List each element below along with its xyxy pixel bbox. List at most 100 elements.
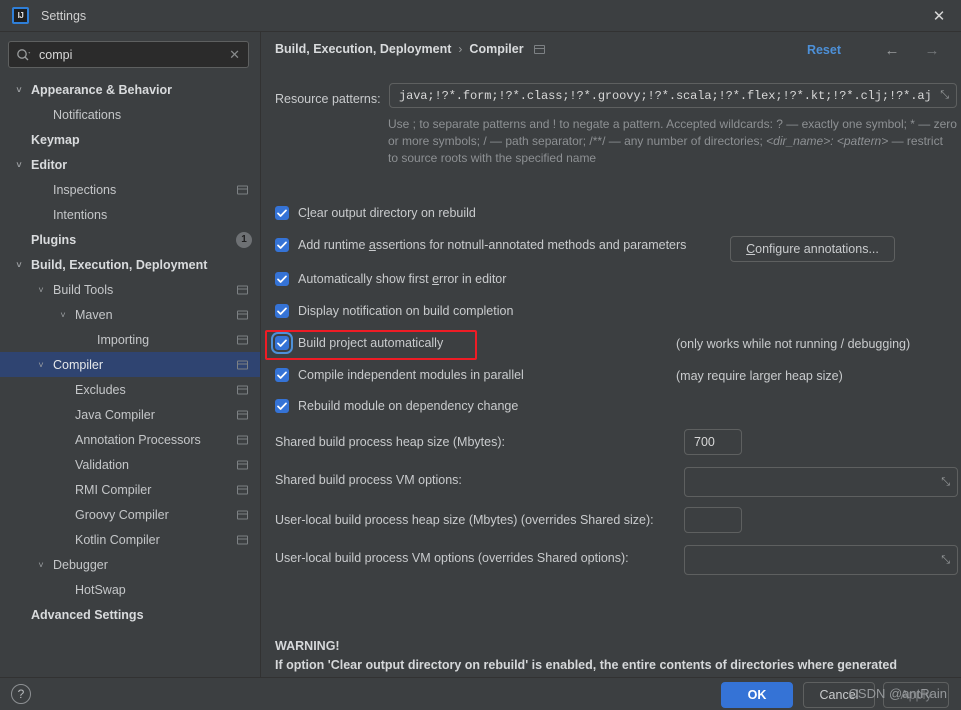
sidebar-item-validation[interactable]: Validation bbox=[0, 452, 260, 477]
sidebar-item-kotlin-compiler[interactable]: Kotlin Compiler bbox=[0, 527, 260, 552]
cancel-button[interactable]: Cancel bbox=[803, 682, 875, 708]
chevron-down-icon[interactable]: ˅ bbox=[35, 559, 47, 571]
sidebar-item-debugger[interactable]: ˅ Debugger bbox=[0, 552, 260, 577]
sidebar-item-label: Intentions bbox=[53, 207, 108, 222]
reset-link[interactable]: Reset bbox=[807, 43, 841, 57]
search-box[interactable]: compi ✕ bbox=[8, 41, 249, 68]
sidebar-item-label: Editor bbox=[31, 157, 68, 172]
sidebar-item-maven[interactable]: ˅ Maven bbox=[0, 302, 260, 327]
sidebar-item-hotswap[interactable]: HotSwap bbox=[0, 577, 260, 602]
hint-line-2c: — restrict bbox=[888, 134, 943, 148]
close-icon[interactable]: ✕ bbox=[917, 0, 961, 32]
checkbox-row-clear-output-directory-on-rebuild[interactable]: Clear output directory on rebuild bbox=[275, 206, 476, 220]
checkbox-label-pre: Display notification on build completion bbox=[298, 304, 514, 318]
sidebar-item-plugins[interactable]: Plugins 1 bbox=[0, 227, 260, 252]
project-scope-icon bbox=[237, 410, 248, 419]
checkbox-label-post: ear output directory on rebuild bbox=[309, 206, 476, 220]
sidebar-item-label: Java Compiler bbox=[75, 407, 155, 422]
field-input-shared-build-process-heap-size-mbytes[interactable]: 700 bbox=[684, 429, 742, 455]
sidebar-item-annotation-processors[interactable]: Annotation Processors bbox=[0, 427, 260, 452]
resource-patterns-label: Resource patterns: bbox=[275, 92, 381, 106]
ok-button[interactable]: OK bbox=[721, 682, 793, 708]
sidebar-item-excludes[interactable]: Excludes bbox=[0, 377, 260, 402]
breadcrumb-parent[interactable]: Build, Execution, Deployment bbox=[275, 42, 451, 56]
help-icon[interactable]: ? bbox=[11, 684, 31, 704]
project-scope-icon bbox=[237, 285, 248, 294]
title-bar: IJ Settings ✕ bbox=[0, 0, 961, 32]
chevron-down-icon[interactable]: ˅ bbox=[35, 359, 47, 371]
expand-icon[interactable]: ⤡ bbox=[941, 476, 950, 489]
checkbox-row-compile-independent-modules-in-parallel[interactable]: Compile independent modules in parallel bbox=[275, 368, 524, 382]
project-scope-icon bbox=[237, 310, 248, 319]
sidebar-item-label: Kotlin Compiler bbox=[75, 532, 160, 547]
settings-detail-pane: Build, Execution, Deployment › Compiler … bbox=[260, 32, 961, 691]
chevron-down-icon[interactable]: ˅ bbox=[57, 309, 69, 321]
sidebar-item-advanced-settings[interactable]: Advanced Settings bbox=[0, 602, 260, 627]
search-input[interactable]: compi bbox=[39, 48, 229, 62]
checkbox-build-project-automatically[interactable] bbox=[275, 336, 289, 350]
sidebar-item-inspections[interactable]: Inspections bbox=[0, 177, 260, 202]
checkbox-display-notification-on-build-completion[interactable] bbox=[275, 304, 289, 318]
checkbox-row-add-runtime-assertions-for-notnull-annot[interactable]: Add runtime assertions for notnull-annot… bbox=[275, 238, 686, 252]
sidebar-item-label: HotSwap bbox=[75, 582, 126, 597]
checkbox-row-build-project-automatically[interactable]: Build project automatically bbox=[275, 336, 443, 350]
checkbox-label-pre: Build project automatically bbox=[298, 336, 444, 350]
sidebar-item-notifications[interactable]: Notifications bbox=[0, 102, 260, 127]
field-input-user-local-build-process-vm-options-overrides[interactable]: ⤡ bbox=[684, 545, 958, 575]
field-value[interactable]: 700 bbox=[694, 435, 741, 449]
checkbox-rebuild-module-on-dependency-change[interactable] bbox=[275, 399, 289, 413]
resource-patterns-input[interactable]: java;!?*.form;!?*.class;!?*.groovy;!?*.s… bbox=[389, 83, 957, 108]
checkbox-row-rebuild-module-on-dependency-change[interactable]: Rebuild module on dependency change bbox=[275, 399, 518, 413]
checkbox-row-display-notification-on-build-completion[interactable]: Display notification on build completion bbox=[275, 304, 513, 318]
sidebar-item-intentions[interactable]: Intentions bbox=[0, 202, 260, 227]
checkbox-row-automatically-show-first-error-in-editor[interactable]: Automatically show first error in editor bbox=[275, 272, 506, 286]
sidebar-item-keymap[interactable]: Keymap bbox=[0, 127, 260, 152]
checkbox-note: (only works while not running / debuggin… bbox=[676, 337, 911, 351]
chevron-down-icon[interactable]: ˅ bbox=[13, 84, 25, 96]
checkbox-add-runtime-assertions-for-notnull-annot[interactable] bbox=[275, 238, 289, 252]
project-scope-icon bbox=[237, 535, 248, 544]
breadcrumb: Build, Execution, Deployment › Compiler … bbox=[261, 32, 961, 66]
sidebar-item-java-compiler[interactable]: Java Compiler bbox=[0, 402, 260, 427]
field-input-user-local-build-process-heap-size-mbytes-ove[interactable] bbox=[684, 507, 742, 533]
project-scope-icon bbox=[237, 185, 248, 194]
field-label-shared-build-process-heap-size-mbytes: Shared build process heap size (Mbytes): bbox=[275, 435, 505, 449]
chevron-down-icon[interactable]: ˅ bbox=[13, 259, 25, 271]
checkbox-label-mnemonic: e bbox=[432, 272, 440, 286]
checkbox-label-pre: Rebuild module on dependency change bbox=[298, 399, 519, 413]
sidebar-item-build-execution-deployment[interactable]: ˅ Build, Execution, Deployment bbox=[0, 252, 260, 277]
configure-annotations-button[interactable]: Configure annotations... bbox=[730, 236, 895, 262]
nav-back-icon[interactable]: ← bbox=[881, 41, 903, 59]
checkbox-automatically-show-first-error-in-editor[interactable] bbox=[275, 272, 289, 286]
clear-search-icon[interactable]: ✕ bbox=[229, 47, 240, 63]
sidebar-item-appearance-behavior[interactable]: ˅ Appearance & Behavior bbox=[0, 77, 260, 102]
intellij-idea-icon: IJ bbox=[12, 7, 29, 24]
sidebar-item-label: Groovy Compiler bbox=[75, 507, 169, 522]
sidebar-item-groovy-compiler[interactable]: Groovy Compiler bbox=[0, 502, 260, 527]
sidebar-item-compiler[interactable]: ˅ Compiler bbox=[0, 352, 260, 377]
nav-forward-icon[interactable]: → bbox=[921, 41, 943, 59]
field-input-shared-build-process-vm-options[interactable]: ⤡ bbox=[684, 467, 958, 497]
apply-button[interactable]: Apply bbox=[883, 682, 949, 708]
sidebar-item-build-tools[interactable]: ˅ Build Tools bbox=[0, 277, 260, 302]
resource-patterns-value[interactable]: java;!?*.form;!?*.class;!?*.groovy;!?*.s… bbox=[399, 89, 940, 103]
checkbox-clear-output-directory-on-rebuild[interactable] bbox=[275, 206, 289, 220]
compiler-settings-content: Resource patterns: java;!?*.form;!?*.cla… bbox=[261, 66, 961, 691]
expand-icon[interactable]: ⤡ bbox=[940, 89, 949, 102]
checkbox-label-pre: Automatically show first bbox=[298, 272, 433, 286]
sidebar-item-rmi-compiler[interactable]: RMI Compiler bbox=[0, 477, 260, 502]
checkbox-label-pre: Add runtime bbox=[298, 238, 369, 252]
sidebar-item-label: Excludes bbox=[75, 382, 126, 397]
project-scope-icon bbox=[533, 44, 545, 54]
chevron-down-icon[interactable]: ˅ bbox=[13, 159, 25, 171]
checkbox-compile-independent-modules-in-parallel[interactable] bbox=[275, 368, 289, 382]
sidebar-item-editor[interactable]: ˅ Editor bbox=[0, 152, 260, 177]
chevron-down-icon[interactable]: ˅ bbox=[35, 284, 47, 296]
window-title: Settings bbox=[41, 8, 87, 23]
checkbox-label-post: ssertions for notnull-annotated methods … bbox=[375, 238, 687, 252]
sidebar-item-importing[interactable]: Importing bbox=[0, 327, 260, 352]
sidebar-item-label: Build, Execution, Deployment bbox=[31, 257, 208, 272]
hint-line-2: or more symbols; / — path separator; /**… bbox=[388, 133, 961, 150]
expand-icon[interactable]: ⤡ bbox=[941, 554, 950, 567]
checkbox-label-pre: Compile independent modules in parallel bbox=[298, 368, 524, 382]
